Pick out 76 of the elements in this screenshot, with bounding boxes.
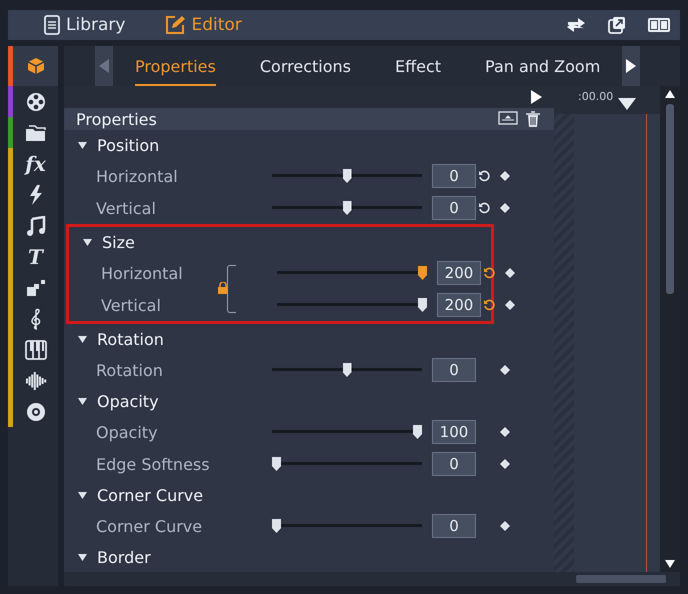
swap-icon[interactable] [566,16,586,34]
external-window-icon[interactable] [608,16,626,34]
group-header[interactable]: Border [64,542,151,572]
folders-icon [24,124,46,142]
edit-icon [165,15,186,35]
keyframe-icon[interactable] [500,427,510,437]
rail-item[interactable]: fx [8,148,58,179]
expand-triangle-icon [78,554,87,560]
property-label: Edge Softness [96,454,211,474]
squares-icon [26,278,46,296]
tab[interactable]: Effect [372,46,464,86]
value-field[interactable]: 0 [432,164,476,188]
box-icon [26,57,46,75]
left-arrow-icon [99,59,109,73]
tab[interactable]: Corrections [238,46,373,86]
trash-icon[interactable] [526,110,540,128]
scroll-down-icon[interactable] [665,560,675,568]
property-label: Vertical [96,198,157,218]
rail-item[interactable]: T [8,241,58,272]
reset-icon[interactable] [483,267,495,279]
value-field[interactable]: 0 [432,358,476,382]
expand-triangle-icon [78,492,87,498]
preset-icon[interactable] [498,110,518,124]
tab[interactable]: Pan and Zoom [463,46,622,86]
keyframe-icon[interactable] [500,365,510,375]
scroll-right-button[interactable] [622,46,640,86]
tab[interactable]: Properties [113,46,238,86]
value-field[interactable]: 0 [432,196,476,220]
music-note-icon [26,216,46,236]
group-header[interactable]: Size [69,227,135,257]
value-field[interactable]: 100 [432,420,476,444]
property-label: Vertical [101,296,162,314]
scroll-up-icon[interactable] [665,90,675,98]
value-field[interactable]: 200 [437,261,481,285]
panel-title: Properties [76,110,157,128]
reset-icon[interactable] [483,299,495,311]
lock-icon[interactable] [218,282,228,294]
keyframe-icon[interactable] [500,521,510,531]
keyframe-icon[interactable] [500,459,510,469]
keyframe-icon[interactable] [500,203,510,213]
play-icon[interactable] [531,90,542,104]
scroll-thumb[interactable] [666,104,674,294]
treble-clef-icon [28,308,42,330]
group-header[interactable]: Position [64,130,160,160]
expand-triangle-icon [78,142,87,148]
group-header[interactable]: Corner Curve [64,480,204,510]
sound-wave-icon [24,370,46,390]
right-arrow-icon [626,59,636,73]
expand-triangle-icon [78,336,87,342]
group-header[interactable]: Opacity [64,386,159,416]
lightning-icon [28,184,44,204]
keyframe-icon[interactable] [500,171,510,181]
document-icon [44,15,60,35]
property-label: Corner Curve [96,516,204,536]
keyframe-icon[interactable] [505,300,515,310]
expand-triangle-icon [83,238,92,246]
top-tab[interactable]: Library [44,15,126,35]
property-label: Opacity [96,422,159,442]
value-field[interactable]: 0 [432,514,476,538]
property-label: Rotation [96,360,164,380]
value-field[interactable]: 200 [437,293,481,317]
time-label: :00.00 [578,90,614,103]
expand-triangle-icon [78,398,87,404]
layout-icon[interactable] [648,18,670,32]
top-tab[interactable]: Editor [165,15,242,35]
playhead-marker[interactable] [618,98,636,110]
keyframe-icon[interactable] [505,268,515,278]
group-header[interactable]: Rotation [64,324,164,354]
piano-keys-icon [24,340,46,360]
value-field[interactable]: 0 [432,452,476,476]
film-reel-icon [26,92,46,112]
property-label: Horizontal [96,166,179,186]
property-label: Horizontal [101,264,184,282]
rail-button[interactable] [8,46,58,86]
horizontal-scrollbar[interactable] [576,575,666,583]
disc-icon [26,402,46,422]
